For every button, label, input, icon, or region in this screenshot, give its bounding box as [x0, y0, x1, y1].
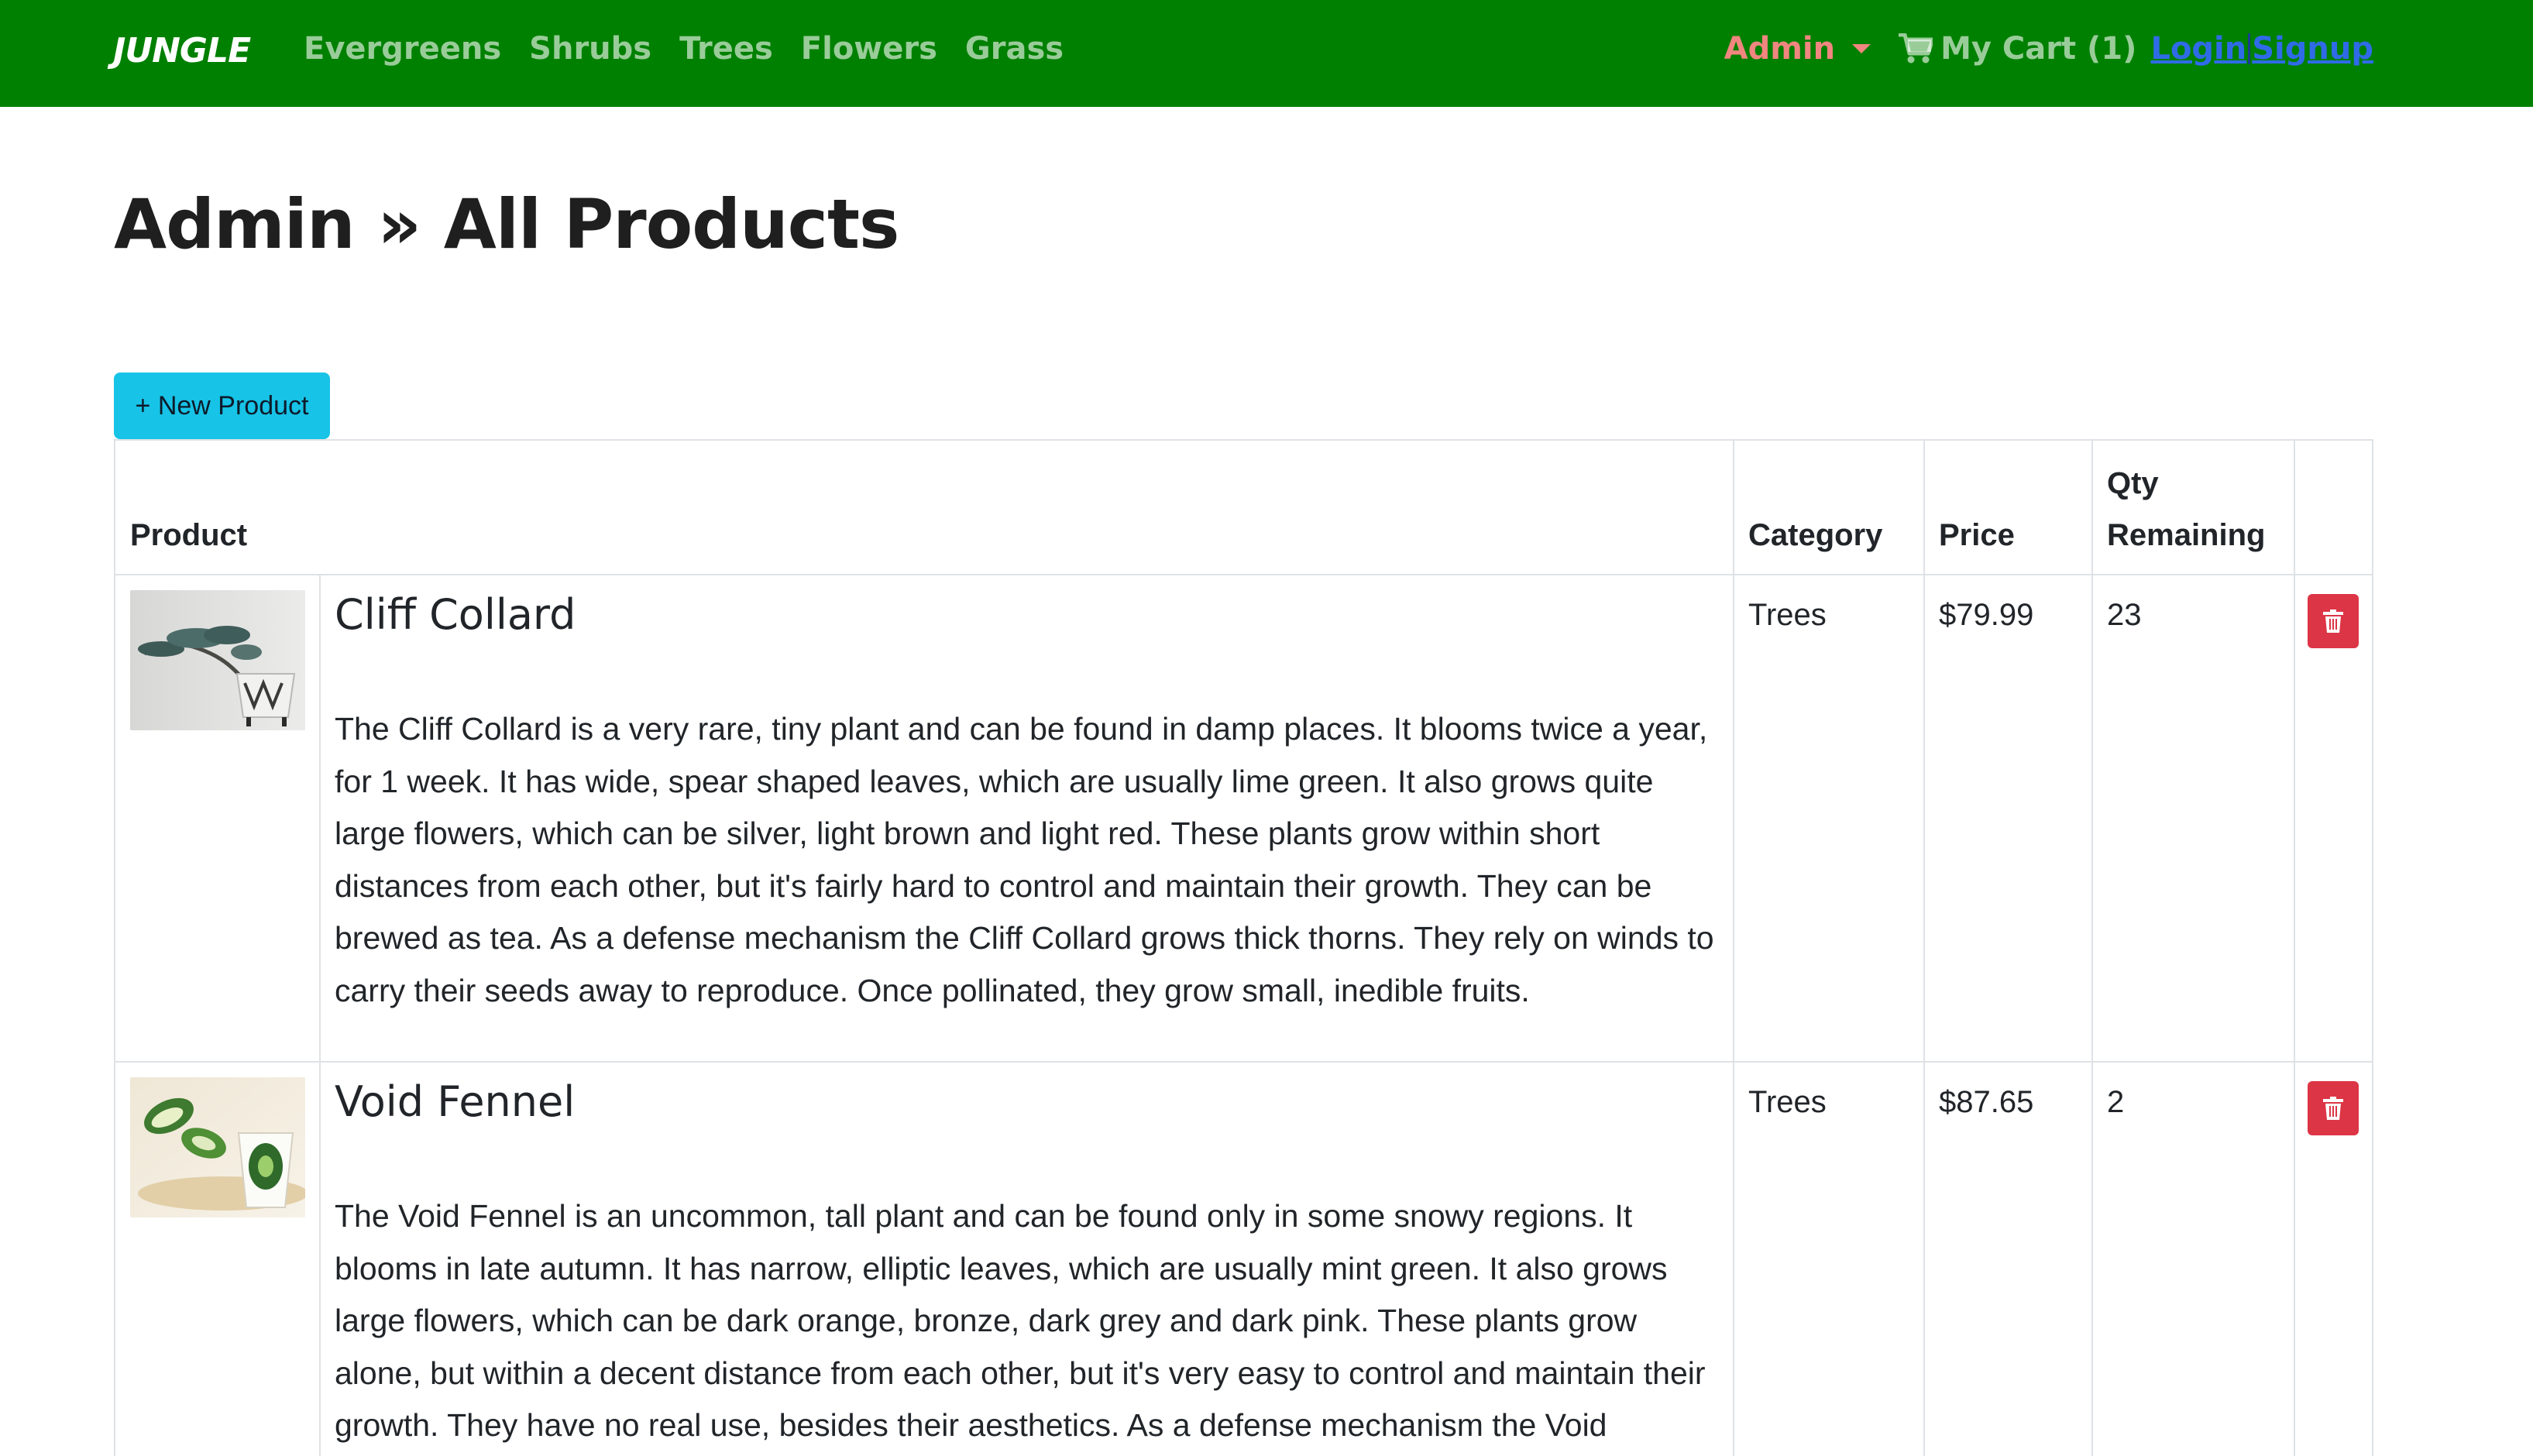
shopping-cart-icon — [1899, 33, 1933, 64]
nav-right: Admin My Cart (1) Login Signup — [1724, 31, 2373, 67]
auth-divider — [2248, 33, 2251, 64]
product-description: The Void Fennel is an uncommon, tall pla… — [335, 1198, 1706, 1443]
brand-logo[interactable]: JUNGLE — [113, 31, 251, 70]
admin-dropdown[interactable]: Admin — [1724, 31, 1871, 67]
header-qty: Qty — [2107, 466, 2159, 500]
page-title: Admin » All Products — [114, 184, 899, 264]
top-navbar: JUNGLE Evergreens Shrubs Trees Flowers G… — [0, 0, 2533, 107]
product-qty: 23 — [2107, 598, 2142, 632]
product-category: Trees — [1748, 598, 1827, 632]
product-image-divider — [319, 574, 321, 1456]
product-category: Trees — [1748, 1085, 1827, 1119]
product-price: $87.65 — [1939, 1085, 2034, 1119]
header-category: Category — [1748, 518, 1883, 552]
column-divider — [2294, 441, 2295, 1456]
product-price: $79.99 — [1939, 598, 2034, 632]
new-product-button[interactable]: + New Product — [114, 373, 330, 439]
admin-dropdown-label: Admin — [1724, 31, 1836, 67]
signup-link[interactable]: Signup — [2252, 31, 2373, 67]
product-image — [130, 590, 305, 730]
nav-link-grass[interactable]: Grass — [965, 31, 1064, 67]
trash-icon — [2323, 610, 2343, 633]
cart-link[interactable]: My Cart (1) — [1899, 31, 2136, 67]
products-table: Product Category Price Qty Remaining Cli… — [114, 439, 2373, 1456]
nav-link-shrubs[interactable]: Shrubs — [529, 31, 651, 67]
row-divider — [115, 1061, 2372, 1063]
product-image — [130, 1077, 305, 1217]
delete-product-button[interactable] — [2308, 594, 2359, 648]
product-description: The Cliff Collard is a very rare, tiny p… — [335, 711, 1714, 1008]
product-name: Cliff Collard — [335, 590, 576, 639]
column-divider — [1733, 441, 1734, 1456]
header-price: Price — [1939, 518, 2015, 552]
nav-link-evergreens[interactable]: Evergreens — [304, 31, 501, 67]
header-qty-remaining: Remaining — [2107, 518, 2266, 552]
delete-product-button[interactable] — [2308, 1081, 2359, 1135]
chevron-down-icon — [1852, 44, 1871, 53]
nav-link-flowers[interactable]: Flowers — [801, 31, 937, 67]
product-name: Void Fennel — [335, 1077, 576, 1126]
header-divider — [115, 574, 2372, 575]
header-product: Product — [130, 518, 248, 552]
cart-label: My Cart (1) — [1940, 31, 2137, 67]
login-link[interactable]: Login — [2150, 31, 2246, 67]
category-nav: Evergreens Shrubs Trees Flowers Grass — [304, 31, 1091, 67]
product-qty: 2 — [2107, 1085, 2125, 1119]
column-divider — [2091, 441, 2093, 1456]
trash-icon — [2323, 1097, 2343, 1120]
nav-link-trees[interactable]: Trees — [679, 31, 773, 67]
column-divider — [1923, 441, 1925, 1456]
